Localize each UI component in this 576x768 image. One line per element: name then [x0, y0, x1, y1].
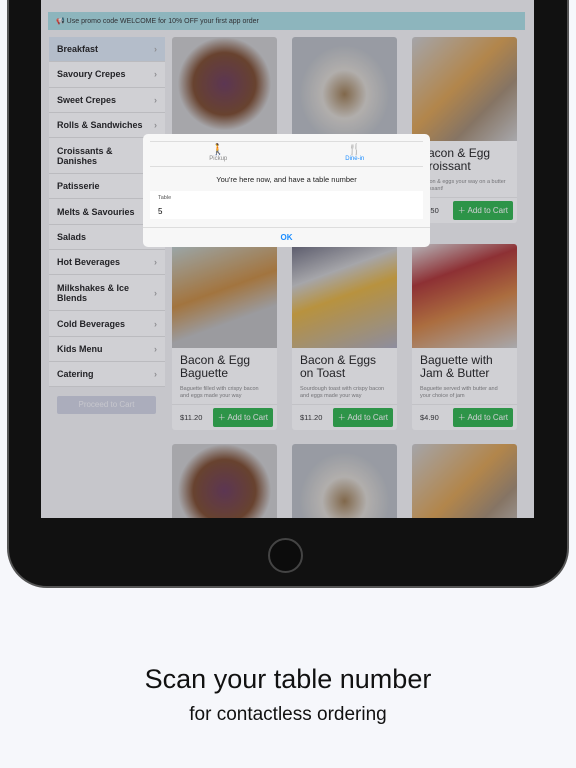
table-number-input[interactable]	[158, 207, 415, 216]
fork-knife-icon: 🍴	[347, 144, 362, 156]
ok-button[interactable]: OK	[143, 227, 430, 247]
table-field-label: Table	[158, 195, 172, 201]
table-number-field[interactable]: Table	[150, 191, 423, 219]
caption-title: Scan your table number	[144, 664, 432, 694]
caption-subtitle: for contactless ordering	[189, 704, 387, 725]
walking-person-icon: 🚶	[211, 144, 226, 156]
tab-dine-in[interactable]: 🍴 Dine-in	[287, 142, 424, 166]
dialog-message: You're here now, and have a table number	[216, 175, 357, 184]
tab-pickup[interactable]: 🚶 Pickup	[150, 142, 287, 166]
modal-backdrop[interactable]	[41, 0, 534, 518]
order-type-dialog: 🚶 Pickup 🍴 Dine-in You're here now, and ha…	[143, 134, 430, 247]
home-button[interactable]	[268, 538, 303, 573]
app-screen: 📢 Use promo code WELCOME for 10% OFF you…	[41, 0, 534, 518]
